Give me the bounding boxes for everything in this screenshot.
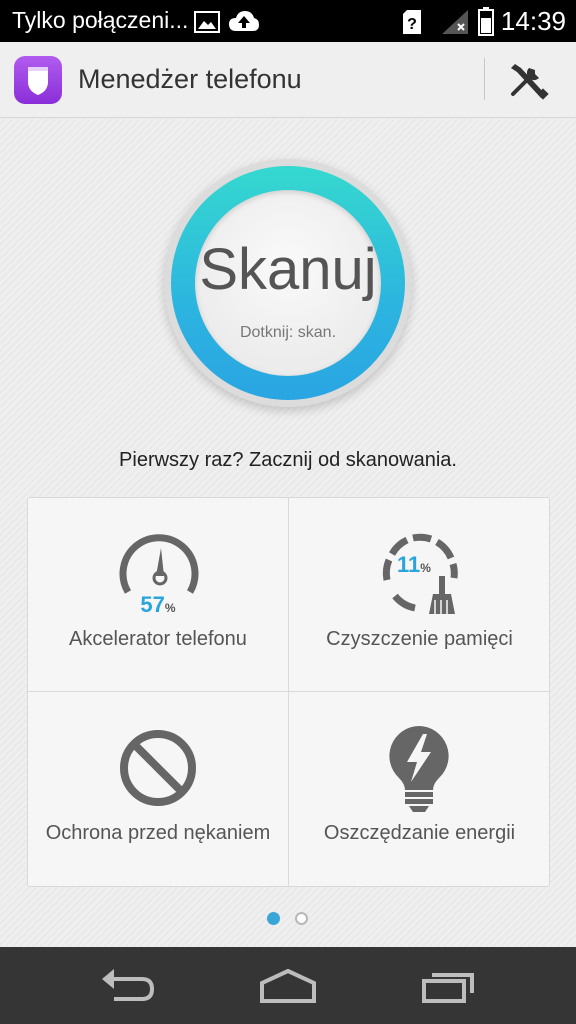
feature-grid: 57% Akcelerator telefonu 11% Czyszczenie… xyxy=(27,497,550,887)
shield-icon xyxy=(28,67,48,95)
back-icon xyxy=(102,969,155,1001)
tile-energy-saving[interactable]: Oszczędzanie energii xyxy=(289,692,550,886)
tile-memory-cleanup[interactable]: 11% Czyszczenie pamięci xyxy=(289,498,550,692)
status-bar: Tylko połączeni... ? 14:39 xyxy=(0,0,576,42)
divider xyxy=(484,58,485,100)
accelerator-percent: 57% xyxy=(28,592,288,618)
accelerator-unit: % xyxy=(164,601,176,615)
hint-text: Pierwszy raz? Zacznij od skanowania. xyxy=(119,449,457,471)
page-dot[interactable] xyxy=(295,912,308,925)
memory-percent: 11% xyxy=(397,552,431,578)
app-logo xyxy=(14,56,62,104)
app-title: Menedżer telefonu xyxy=(78,64,302,94)
scan-ring: Skanuj Dotknij: skan. xyxy=(171,166,405,400)
scan-label: Skanuj xyxy=(199,237,377,302)
signal-icon xyxy=(442,10,468,34)
home-icon xyxy=(260,968,316,1003)
svg-text:?: ? xyxy=(407,16,417,33)
tile-phone-accelerator[interactable]: 57% Akcelerator telefonu xyxy=(28,498,289,692)
back-button[interactable] xyxy=(98,965,158,1007)
tile-label: Akcelerator telefonu xyxy=(69,628,247,650)
page-dot-active[interactable] xyxy=(267,912,280,925)
bulb-lightning-icon xyxy=(389,726,449,812)
image-icon xyxy=(194,11,220,33)
app-bar: Menedżer telefonu xyxy=(0,42,576,118)
tile-harassment-protection[interactable]: Ochrona przed nękaniem xyxy=(28,692,289,886)
scan-inner: Skanuj Dotknij: skan. xyxy=(195,190,381,376)
scan-button[interactable]: Skanuj Dotknij: skan. xyxy=(164,159,412,407)
accelerator-value: 57 xyxy=(140,592,165,617)
page-indicator xyxy=(0,912,576,928)
navigation-bar xyxy=(0,947,576,1024)
tools-icon xyxy=(511,64,549,100)
tools-button[interactable] xyxy=(505,58,553,102)
notification-text: Tylko połączeni... xyxy=(12,7,189,33)
block-icon xyxy=(120,730,196,806)
sim-unknown-icon: ? xyxy=(403,10,421,34)
memory-value: 11 xyxy=(397,552,421,577)
tile-label: Oszczędzanie energii xyxy=(323,822,516,844)
battery-icon xyxy=(478,7,494,36)
recent-apps-button[interactable] xyxy=(418,965,478,1007)
tile-label: Ochrona przed nękaniem xyxy=(45,822,271,844)
home-button[interactable] xyxy=(258,965,318,1007)
tile-label: Czyszczenie pamięci xyxy=(326,628,513,650)
clock: 14:39 xyxy=(500,6,566,36)
scan-sub-label: Dotknij: skan. xyxy=(239,324,337,341)
main-content: Skanuj Dotknij: skan. Pierwszy raz? Zacz… xyxy=(0,119,576,947)
cloud-upload-icon xyxy=(229,11,259,31)
recent-apps-icon xyxy=(422,973,474,1003)
memory-unit: % xyxy=(420,561,431,575)
